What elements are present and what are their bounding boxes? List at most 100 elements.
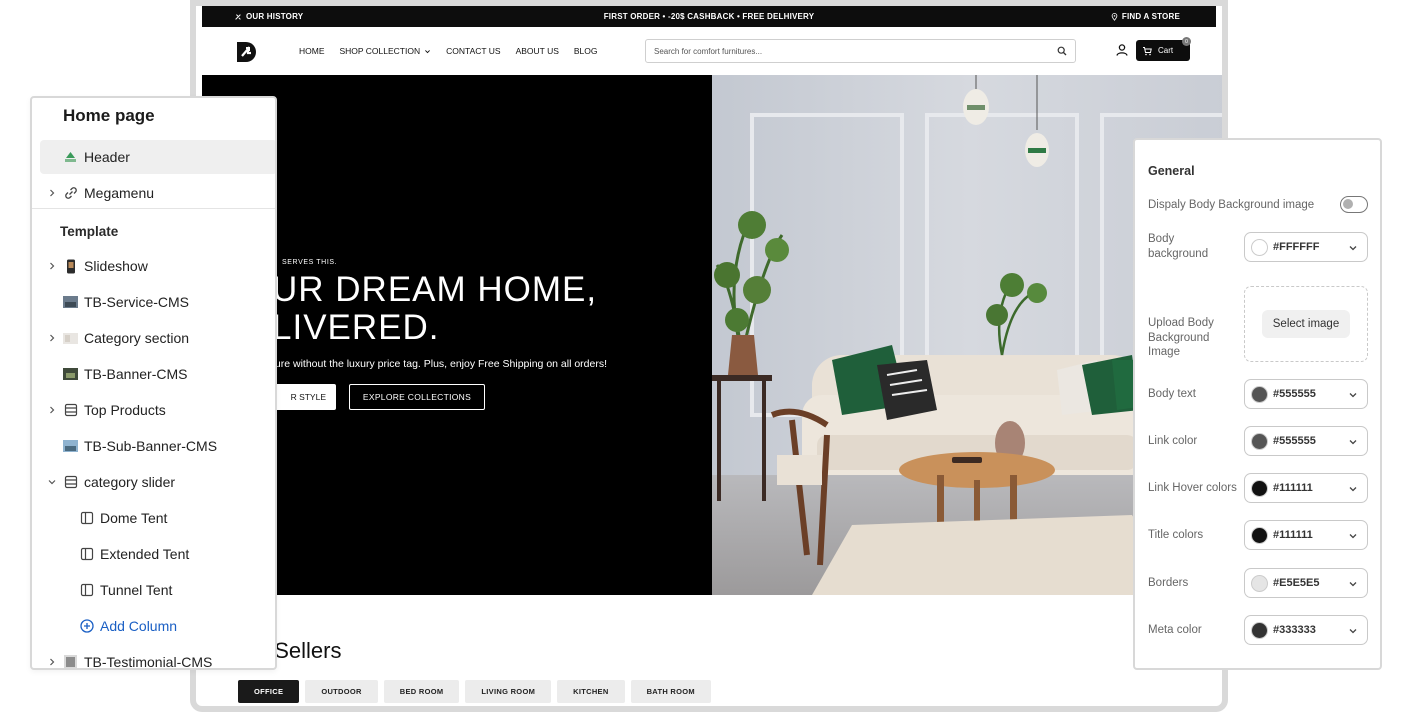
block-extended-tent[interactable]: Extended Tent — [32, 537, 275, 571]
section-banner-cms[interactable]: TB-Banner-CMS — [32, 357, 275, 391]
theme-settings-panel: General Dispaly Body Background image Bo… — [1133, 138, 1382, 670]
screen: OUR HISTORY FIRST ORDER • -20$ CASHBACK … — [0, 0, 1410, 718]
list-layout-icon — [63, 475, 78, 490]
upload-label-line-2: Background — [1148, 331, 1210, 344]
meta-color-value: #333333 — [1273, 624, 1316, 636]
nav-home[interactable]: HOME — [299, 46, 325, 56]
body-background-select[interactable]: #FFFFFF — [1244, 232, 1368, 262]
tab-bed-room[interactable]: BED ROOM — [383, 680, 460, 703]
image-thumb-icon — [63, 655, 78, 668]
color-swatch — [1251, 526, 1268, 544]
hero-eyebrow: SERVES THIS. — [282, 259, 338, 266]
hero-title-line-1: UR DREAM HOME, — [272, 270, 598, 309]
column-icon — [79, 583, 94, 598]
nav-contact[interactable]: CONTACT US — [446, 46, 500, 56]
search-input[interactable]: Search for comfort furnitures... — [645, 39, 1076, 63]
body-text-select[interactable]: #555555 — [1244, 379, 1368, 409]
chevron-right-icon[interactable] — [47, 405, 57, 415]
section-sub-banner-cms-label: TB-Sub-Banner-CMS — [84, 438, 218, 454]
section-category-slider[interactable]: category slider — [32, 465, 275, 499]
chevron-down-icon[interactable] — [47, 477, 57, 487]
account-icon[interactable] — [1115, 43, 1129, 57]
tab-kitchen[interactable]: KITCHEN — [557, 680, 625, 703]
upload-label-line-3: Image — [1148, 346, 1180, 358]
upload-body-bg-label: Upload Body Background Image — [1148, 316, 1214, 360]
image-thumb-icon — [63, 331, 78, 346]
section-testimonial-cms[interactable]: TB-Testimonial-CMS — [32, 645, 275, 668]
chevron-right-icon[interactable] — [47, 261, 57, 271]
nav-shop-label: SHOP COLLECTION — [339, 46, 421, 56]
nav-about[interactable]: ABOUT US — [516, 46, 559, 56]
nav-shop-collection[interactable]: SHOP COLLECTION — [340, 46, 432, 56]
hero-title: UR DREAM HOME, LIVERED. — [272, 271, 597, 347]
header-thumb-icon — [63, 150, 78, 165]
store-logo[interactable] — [234, 40, 258, 64]
chevron-right-icon[interactable] — [47, 333, 57, 343]
link-hover-select[interactable]: #111111 — [1244, 473, 1368, 503]
body-text-value: #555555 — [1273, 388, 1316, 400]
upload-dropzone[interactable]: Select image — [1244, 286, 1368, 362]
template-group-label: Template — [60, 224, 119, 239]
cart-button[interactable]: Cart 0 — [1136, 37, 1191, 61]
section-service-cms[interactable]: TB-Service-CMS — [32, 285, 275, 319]
section-header[interactable]: Header — [40, 140, 275, 174]
category-tabs: OFFICE OUTDOOR BED ROOM LIVING ROOM KITC… — [238, 680, 711, 703]
select-image-button[interactable]: Select image — [1261, 310, 1351, 338]
section-top-products[interactable]: Top Products — [32, 393, 275, 427]
section-top-products-label: Top Products — [84, 402, 166, 418]
divider — [32, 208, 275, 209]
meta-color-select[interactable]: #333333 — [1244, 615, 1368, 645]
image-thumb-icon — [63, 367, 78, 382]
block-dome-tent[interactable]: Dome Tent — [32, 501, 275, 535]
hero-subtitle: ture without the luxury price tag. Plus,… — [272, 358, 608, 370]
tab-office[interactable]: OFFICE — [238, 680, 300, 703]
tab-bath-room[interactable]: BATH ROOM — [630, 680, 711, 703]
block-tunnel-tent-label: Tunnel Tent — [100, 582, 173, 598]
chevron-down-icon — [1349, 246, 1357, 251]
announcement-text: FIRST ORDER • -20$ CASHBACK • FREE DELHI… — [603, 12, 815, 21]
search-icon[interactable] — [1057, 46, 1067, 56]
cart-label: Cart — [1158, 46, 1174, 55]
location-pin-icon — [1111, 12, 1118, 21]
column-icon — [79, 547, 94, 562]
link-color-label: Link color — [1148, 435, 1198, 447]
section-sub-banner-cms[interactable]: TB-Sub-Banner-CMS — [32, 429, 275, 463]
hero-title-line-2: LIVERED. — [272, 308, 440, 347]
add-column-button[interactable]: Add Column — [32, 609, 275, 643]
section-category-slider-label: category slider — [84, 474, 176, 490]
link-color-value: #555555 — [1273, 435, 1316, 447]
title-colors-select[interactable]: #111111 — [1244, 520, 1368, 550]
explore-collections-button[interactable]: EXPLORE COLLECTIONS — [349, 384, 485, 410]
announcement-bar: OUR HISTORY FIRST ORDER • -20$ CASHBACK … — [202, 6, 1216, 27]
page-title: Home page — [63, 106, 155, 125]
chevron-right-icon[interactable] — [47, 188, 57, 198]
borders-select[interactable]: #E5E5E5 — [1244, 568, 1368, 598]
body-bg-image-toggle-label: Dispaly Body Background image — [1148, 199, 1315, 211]
section-slideshow[interactable]: Slideshow — [32, 249, 275, 283]
plus-circle-icon — [79, 619, 94, 634]
section-megamenu[interactable]: Megamenu — [32, 176, 275, 210]
block-extended-tent-label: Extended Tent — [100, 546, 190, 562]
shop-style-button[interactable]: R STYLE — [272, 384, 336, 410]
borders-value: #E5E5E5 — [1273, 577, 1320, 589]
nav-blog[interactable]: BLOG — [574, 46, 598, 56]
section-category[interactable]: Category section — [32, 321, 275, 355]
chevron-down-icon — [1349, 582, 1357, 587]
tab-outdoor[interactable]: OUTDOOR — [305, 680, 378, 703]
link-icon — [63, 186, 78, 201]
block-tunnel-tent[interactable]: Tunnel Tent — [32, 573, 275, 607]
chevron-down-icon — [1349, 440, 1357, 445]
body-bg-image-toggle[interactable] — [1340, 196, 1368, 213]
chevron-right-icon[interactable] — [47, 657, 57, 667]
tab-living-room[interactable]: LIVING ROOM — [465, 680, 552, 703]
chevron-down-icon — [1349, 629, 1357, 634]
chevron-down-icon — [425, 49, 431, 53]
link-hover-value: #111111 — [1273, 482, 1313, 494]
find-store-link[interactable]: FIND A STORE — [1111, 12, 1180, 21]
hero-slideshow: SERVES THIS. UR DREAM HOME, LIVERED. tur… — [202, 75, 1222, 595]
color-swatch — [1251, 238, 1268, 256]
color-swatch — [1251, 621, 1268, 639]
link-color-select[interactable]: #555555 — [1244, 426, 1368, 456]
color-swatch — [1251, 574, 1268, 592]
section-slideshow-label: Slideshow — [84, 258, 148, 274]
